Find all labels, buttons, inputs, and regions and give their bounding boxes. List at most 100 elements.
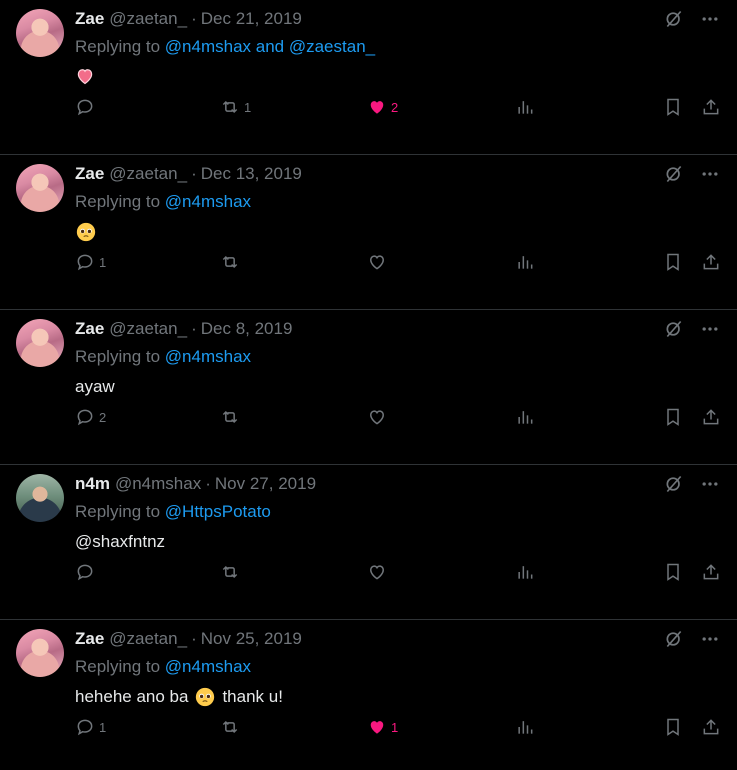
tweet-text-content: hehehe ano ba [75, 687, 189, 706]
share-button[interactable] [701, 252, 721, 272]
retweet-button[interactable]: 1 [220, 97, 251, 117]
tweet-date[interactable]: Dec 21, 2019 [201, 8, 302, 30]
reply-icon [77, 99, 93, 116]
replying-to-label: Replying to [75, 347, 161, 366]
tweet[interactable]: n4m @n4mshax · Nov 27, 2019 Replying to … [0, 465, 737, 620]
author-name[interactable]: Zae [75, 628, 104, 650]
grok-icon[interactable] [663, 628, 685, 650]
like-button[interactable] [367, 407, 391, 427]
retweet-button[interactable] [220, 407, 244, 427]
mention-link[interactable]: @n4mshax [165, 657, 251, 676]
share-icon [703, 719, 719, 735]
views-icon [518, 101, 533, 114]
tweet-date[interactable]: Dec 8, 2019 [201, 318, 293, 340]
heart-icon [370, 101, 384, 114]
views-button[interactable] [515, 407, 535, 427]
like-button[interactable] [367, 252, 391, 272]
share-button[interactable] [701, 97, 721, 117]
replying-to: Replying to @n4mshax and @zaestan_ [75, 36, 721, 58]
views-button[interactable] [515, 97, 535, 117]
more-icon[interactable] [699, 163, 721, 185]
tweet[interactable]: Zae @zaetan_ · Dec 21, 2019 Replying to … [0, 0, 737, 155]
reply-button[interactable]: 1 [75, 717, 106, 737]
like-button[interactable] [367, 562, 391, 582]
retweet-button[interactable] [220, 717, 244, 737]
separator: · [205, 474, 211, 493]
avatar[interactable] [16, 9, 64, 57]
views-button[interactable] [515, 252, 535, 272]
more-icon[interactable] [699, 473, 721, 495]
author-handle[interactable]: @zaetan_ [109, 318, 187, 340]
author-handle[interactable]: @zaetan_ [109, 628, 187, 650]
retweet-button[interactable] [220, 562, 244, 582]
replying-to-label: Replying to [75, 192, 161, 211]
more-icon[interactable] [699, 8, 721, 30]
mention-link[interactable]: @n4mshax [165, 347, 251, 366]
share-button[interactable] [701, 562, 721, 582]
tweet[interactable]: Zae @zaetan_ · Nov 25, 2019 Replying to … [0, 620, 737, 770]
reply-icon [77, 564, 93, 581]
avatar[interactable] [16, 319, 64, 367]
bookmark-icon [667, 718, 679, 736]
mention-link[interactable]: @n4mshax and @zaestan_ [165, 37, 375, 56]
share-button[interactable] [701, 407, 721, 427]
grok-icon[interactable] [663, 318, 685, 340]
bookmark-icon [667, 253, 679, 271]
grok-icon[interactable] [663, 8, 685, 30]
avatar[interactable] [16, 164, 64, 212]
bookmark-button[interactable] [663, 562, 683, 582]
heart-icon [369, 565, 385, 580]
tweet-text-content: ayaw [75, 377, 115, 396]
author-name[interactable]: n4m [75, 473, 110, 495]
tweet-date[interactable]: Dec 13, 2019 [201, 163, 302, 185]
reply-count: 1 [99, 719, 107, 735]
more-icon[interactable] [699, 628, 721, 650]
mention-link[interactable]: @HttpsPotato [165, 502, 271, 521]
reply-button[interactable]: 1 [75, 252, 106, 272]
views-icon [518, 721, 533, 734]
retweet-button[interactable] [220, 252, 244, 272]
share-button[interactable] [701, 717, 721, 737]
views-button[interactable] [515, 562, 535, 582]
bookmark-button[interactable] [663, 717, 683, 737]
views-icon [518, 566, 533, 579]
reply-count: 2 [99, 409, 107, 425]
tweet[interactable]: Zae @zaetan_ · Dec 8, 2019 Replying to @… [0, 310, 737, 465]
more-icon[interactable] [699, 318, 721, 340]
like-button[interactable]: 1 [367, 717, 398, 737]
replying-to: Replying to @HttpsPotato [75, 501, 721, 523]
grok-icon[interactable] [663, 163, 685, 185]
pleading-face-emoji [76, 222, 96, 242]
avatar[interactable] [16, 629, 64, 677]
retweet-icon [222, 720, 238, 734]
like-button[interactable]: 2 [367, 97, 398, 117]
pleading-face-emoji [196, 687, 215, 707]
bookmark-icon [667, 98, 679, 116]
reply-count: 1 [99, 254, 107, 270]
tweet-date[interactable]: Nov 27, 2019 [215, 473, 316, 495]
bookmark-button[interactable] [663, 97, 683, 117]
views-icon [518, 411, 533, 424]
author-name[interactable]: Zae [75, 8, 104, 30]
author-name[interactable]: Zae [75, 318, 104, 340]
bookmark-button[interactable] [663, 407, 683, 427]
reply-button[interactable] [75, 97, 99, 117]
mention-link[interactable]: @n4mshax [165, 192, 251, 211]
grok-icon[interactable] [663, 473, 685, 495]
reply-icon [77, 254, 93, 271]
author-name[interactable]: Zae [75, 163, 104, 185]
reply-button[interactable] [75, 562, 99, 582]
tweet-date[interactable]: Nov 25, 2019 [201, 628, 302, 650]
retweet-count: 1 [244, 99, 252, 115]
replying-to: Replying to @n4mshax [75, 191, 721, 213]
tweet-text: ayaw [75, 376, 721, 398]
avatar[interactable] [16, 474, 64, 522]
bookmark-button[interactable] [663, 252, 683, 272]
views-button[interactable] [515, 717, 535, 737]
author-handle[interactable]: @zaetan_ [109, 8, 187, 30]
tweet-text-content: @shaxfntnz [75, 532, 166, 551]
tweet[interactable]: Zae @zaetan_ · Dec 13, 2019 Replying to … [0, 155, 737, 310]
author-handle[interactable]: @n4mshax [115, 473, 201, 495]
author-handle[interactable]: @zaetan_ [109, 163, 187, 185]
reply-button[interactable]: 2 [75, 407, 106, 427]
